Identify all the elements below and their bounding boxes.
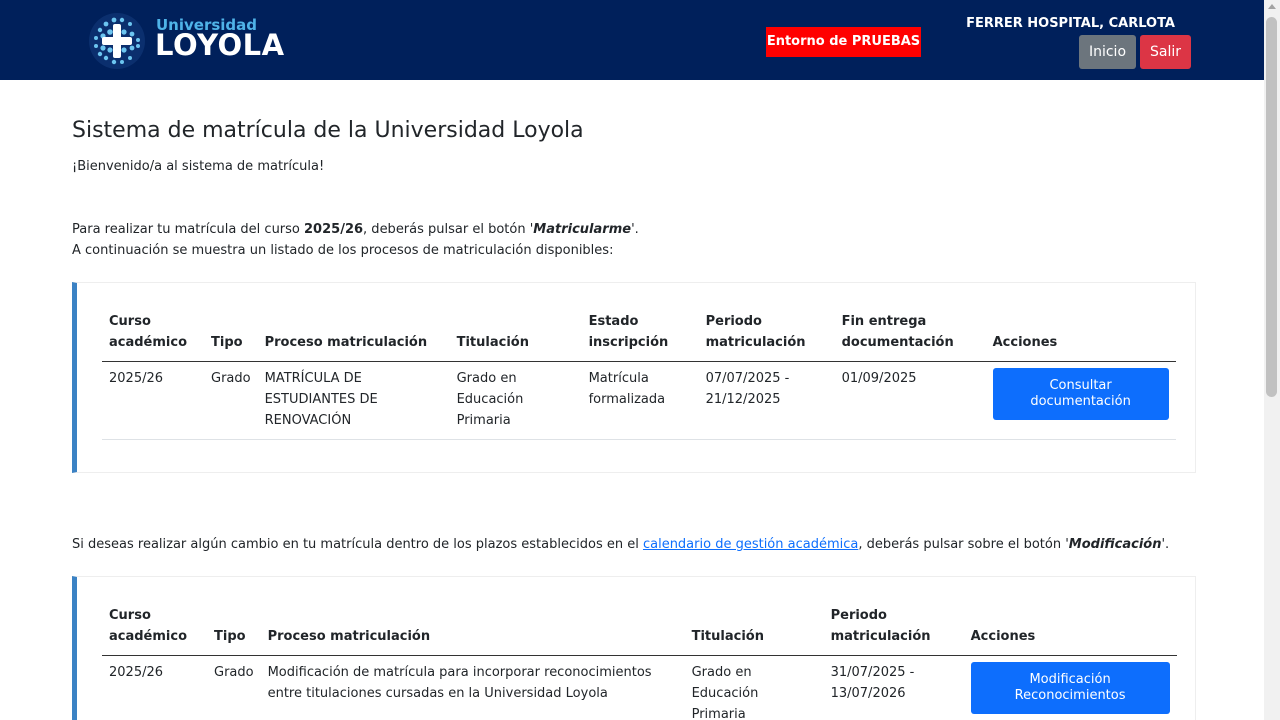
cell-proceso: Modificación de matrícula para incorpora… [260,655,685,720]
welcome-text: ¡Bienvenido/a al sistema de matrícula! [72,159,325,174]
modificacion-reconocimientos-button[interactable]: Modificación Reconocimientos [970,662,1170,714]
university-logo[interactable]: Universidad LOYOLA [86,10,286,72]
intro-button-name: Matricularme [533,222,632,237]
col-header-curso: Curso académico [102,301,204,362]
user-name: FERRER HOSPITAL, CARLOTA [966,16,1175,31]
col-header-periodo: Periodo matriculación [698,301,835,362]
cell-fin: 01/09/2025 [834,361,986,440]
modification-process-table: Curso académico Tipo Proceso matriculaci… [102,595,1177,720]
scroll-up-arrow-icon[interactable] [1268,4,1276,9]
logo-text-big: LOYOLA [155,28,285,62]
col-header-periodo: Periodo matriculación [823,595,964,656]
cell-curso: 2025/26 [102,655,207,720]
scrollbar-thumb[interactable] [1266,17,1277,397]
col-header-titulacion: Titulación [684,595,824,656]
col-header-fin: Fin entrega documentación [834,301,986,362]
cell-tipo: Grado [207,655,261,720]
col-header-tipo: Tipo [207,595,261,656]
enrollment-process-table: Curso académico Tipo Proceso matriculaci… [102,301,1176,440]
intro-pre: Para realizar tu matrícula del curso [72,222,305,237]
modification-text: Si deseas realizar algún cambio en tu ma… [72,537,1169,552]
inicio-button[interactable]: Inicio [1079,35,1136,69]
environment-badge: Entorno de PRUEBAS [766,27,921,57]
cell-estado: Matrícula formalizada [581,361,699,440]
table-row: 2025/26 Grado Modificación de matrícula … [102,655,1177,720]
intro-course: 2025/26 [304,222,364,237]
intro-mid: , deberás pulsar el botón ' [363,222,534,237]
col-header-proceso: Proceso matriculación [260,595,685,656]
cell-curso: 2025/26 [102,361,204,440]
col-header-acciones: Acciones [985,301,1176,362]
table-row: 2025/26 Grado MATRÍCULA DE ESTUDIANTES D… [102,361,1176,440]
cell-periodo: 07/07/2025 - 21/12/2025 [698,361,835,440]
cell-tipo: Grado [204,361,258,440]
modification-process-card: Curso académico Tipo Proceso matriculaci… [72,576,1196,720]
vertical-scrollbar[interactable] [1264,0,1280,720]
cell-periodo: 31/07/2025 - 13/07/2026 [823,655,964,720]
col-header-curso: Curso académico [102,595,207,656]
intro-text: Para realizar tu matrícula del curso 202… [72,222,639,237]
mod-pre: Si deseas realizar algún cambio en tu ma… [72,537,643,552]
enrollment-process-card: Curso académico Tipo Proceso matriculaci… [72,282,1196,473]
col-header-tipo: Tipo [204,301,258,362]
cell-titulacion: Grado en Educación Primaria [449,361,582,440]
col-header-acciones: Acciones [963,595,1177,656]
cell-acciones: Modificación Reconocimientos [963,655,1177,720]
salir-button[interactable]: Salir [1140,35,1191,69]
mod-button-name: Modificación [1068,537,1162,552]
intro-post: '. [631,222,639,237]
col-header-titulacion: Titulación [449,301,582,362]
table-header-row: Curso académico Tipo Proceso matriculaci… [102,595,1177,656]
col-header-estado: Estado inscripción [581,301,699,362]
intro-line-2: A continuación se muestra un listado de … [72,243,614,258]
globe-logo-icon [89,13,145,69]
cell-proceso: MATRÍCULA DE ESTUDIANTES DE RENOVACIÓN [257,361,450,440]
mod-post: '. [1161,537,1170,552]
table-header-row: Curso académico Tipo Proceso matriculaci… [102,301,1176,362]
page-title: Sistema de matrícula de la Universidad L… [72,118,584,143]
top-header: Universidad LOYOLA Entorno de PRUEBAS FE… [0,0,1264,80]
cell-acciones: Consultar documentación [985,361,1176,440]
mod-mid: , deberás pulsar sobre el botón ' [858,537,1069,552]
cell-titulacion: Grado en Educación Primaria [684,655,824,720]
consultar-documentacion-button[interactable]: Consultar documentación [992,368,1169,420]
col-header-proceso: Proceso matriculación [257,301,450,362]
calendario-link[interactable]: calendario de gestión académica [643,537,858,552]
